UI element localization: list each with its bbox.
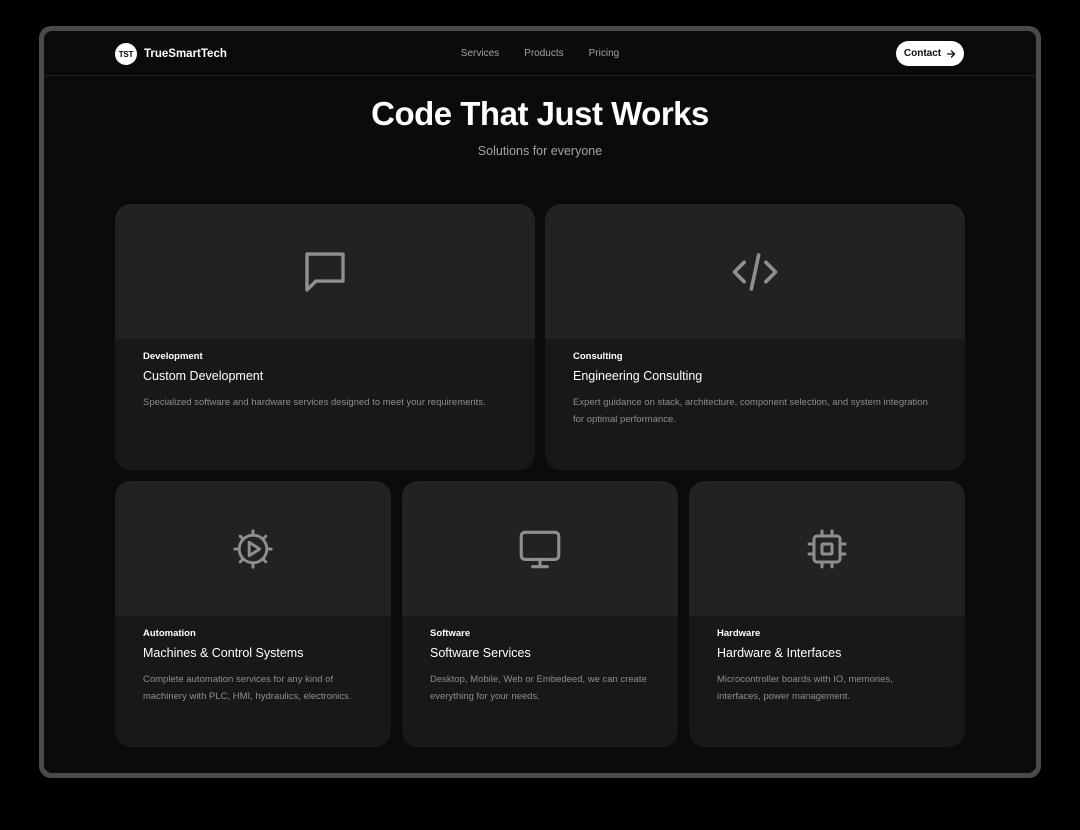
- code-icon: [732, 252, 778, 291]
- card-icon-area: [689, 481, 965, 616]
- card-description: Desktop, Mobile, Web or Embedeed, we can…: [430, 674, 647, 702]
- cog-play-icon: [233, 528, 273, 569]
- service-card-consulting[interactable]: Consulting Engineering Consulting Expert…: [545, 204, 965, 470]
- card-title: Software Services: [430, 646, 531, 660]
- nav-link-products[interactable]: Products: [524, 48, 563, 59]
- nav-link-services[interactable]: Services: [461, 48, 499, 59]
- card-description: Specialized software and hardware servic…: [143, 397, 486, 408]
- contact-button-label: Contact: [903, 48, 942, 59]
- card-tag: Software: [430, 628, 471, 639]
- card-tag: Development: [143, 351, 203, 362]
- card-icon-area: [545, 204, 965, 339]
- card-description: Expert guidance on stack, architecture, …: [573, 397, 928, 425]
- service-card-hardware[interactable]: Hardware Hardware & Interfaces Microcont…: [689, 481, 965, 747]
- card-icon-area: [115, 204, 535, 339]
- top-navbar: TST TrueSmartTech Services Products Pric…: [44, 31, 1036, 76]
- website-screen: TST TrueSmartTech Services Products Pric…: [44, 31, 1036, 773]
- device-frame: TST TrueSmartTech Services Products Pric…: [39, 26, 1041, 778]
- cpu-icon: [807, 529, 847, 568]
- monitor-icon: [519, 530, 561, 568]
- card-title: Engineering Consulting: [573, 369, 703, 383]
- message-icon: [305, 251, 345, 292]
- contact-button[interactable]: Contact: [896, 41, 964, 66]
- service-card-automation[interactable]: Automation Machines & Control Systems Co…: [115, 481, 391, 747]
- card-title: Machines & Control Systems: [143, 646, 304, 660]
- nav-link-pricing[interactable]: Pricing: [589, 48, 620, 59]
- service-card-development[interactable]: Development Custom Development Specializ…: [115, 204, 535, 470]
- card-icon-area: [115, 481, 391, 616]
- card-icon-area: [402, 481, 678, 616]
- card-title: Custom Development: [143, 369, 264, 383]
- card-description: Complete automation services for any kin…: [143, 674, 352, 702]
- nav-links: Services Products Pricing: [44, 48, 1036, 59]
- service-card-software[interactable]: Software Software Services Desktop, Mobi…: [402, 481, 678, 747]
- card-description: Microcontroller boards with IO, memories…: [717, 674, 893, 702]
- hero-subtitle: Solutions for everyone: [477, 144, 603, 158]
- arrow-right-icon: [946, 49, 956, 58]
- card-tag: Hardware: [717, 628, 761, 639]
- card-tag: Consulting: [573, 351, 623, 362]
- card-title: Hardware & Interfaces: [717, 646, 842, 660]
- card-tag: Automation: [143, 628, 196, 639]
- hero-title: Code That Just Works: [371, 95, 709, 132]
